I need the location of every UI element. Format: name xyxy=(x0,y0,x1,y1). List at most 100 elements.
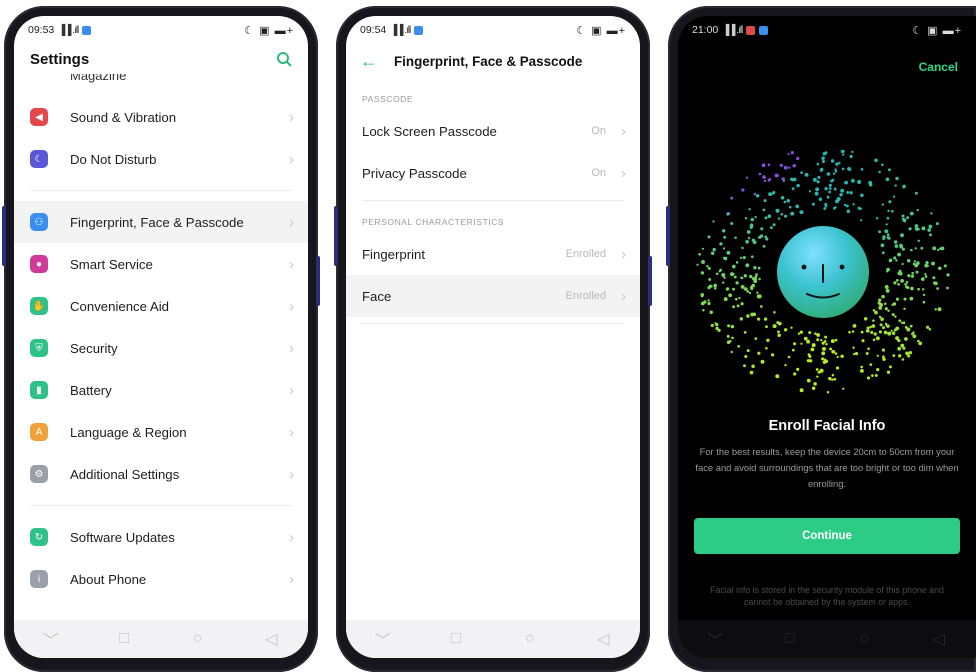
scan-dot xyxy=(756,291,759,294)
scan-dot xyxy=(823,358,827,362)
scan-dot xyxy=(927,228,931,232)
search-icon[interactable] xyxy=(276,51,292,67)
scan-dot xyxy=(865,328,870,333)
scan-dot xyxy=(816,333,820,337)
chevron-right-icon: › xyxy=(289,213,294,231)
settings-item[interactable]: i About Phone › xyxy=(14,558,308,600)
scan-dot xyxy=(707,267,711,270)
collapse-icon[interactable]: ﹀ xyxy=(371,627,395,651)
settings-item[interactable]: ✋ Convenience Aid › xyxy=(14,285,308,327)
scan-dot xyxy=(727,324,731,328)
scan-dot xyxy=(930,212,933,215)
passcode-list: PASSCODE Lock Screen Passcode On › Privacy P… xyxy=(346,78,640,324)
scan-dot xyxy=(743,274,747,278)
scan-dot xyxy=(719,242,723,246)
scan-dot xyxy=(909,296,914,301)
scan-dot xyxy=(828,183,832,187)
scan-dot xyxy=(743,331,747,334)
settings-item[interactable]: ● Smart Service › xyxy=(14,243,308,285)
home-icon[interactable]: ○ xyxy=(518,630,542,648)
scan-dot xyxy=(846,191,850,194)
scan-dot xyxy=(840,354,844,359)
scan-dot xyxy=(822,346,826,351)
scan-dot xyxy=(698,252,701,256)
scan-dot xyxy=(828,190,831,194)
recents-icon[interactable]: □ xyxy=(112,630,136,648)
settings-item[interactable]: ⚙ Additional Settings › xyxy=(14,453,308,495)
status-value: On xyxy=(591,167,606,179)
home-icon[interactable]: ○ xyxy=(852,630,876,648)
scan-dot xyxy=(746,314,750,318)
scan-dot xyxy=(787,152,790,156)
scan-dot xyxy=(707,299,710,302)
scan-dot xyxy=(828,376,832,381)
scan-dot xyxy=(725,287,730,291)
settings-item[interactable]: ↻ Software Updates › xyxy=(14,516,308,558)
back-icon[interactable]: ◁ xyxy=(591,629,615,649)
settings-item[interactable]: ☾ Do Not Disturb › xyxy=(14,138,308,180)
scan-dot xyxy=(830,179,834,183)
scan-dot xyxy=(763,317,768,321)
scan-dot xyxy=(886,324,890,328)
scan-dot xyxy=(852,324,857,328)
back-icon[interactable]: ◁ xyxy=(259,629,283,649)
settings-item[interactable]: ◀ Sound & Vibration › xyxy=(14,96,308,138)
scan-dot xyxy=(784,214,788,218)
scan-dot xyxy=(885,177,890,182)
collapse-icon[interactable]: ﹀ xyxy=(703,627,727,651)
scan-dot xyxy=(866,376,871,380)
scan-dot xyxy=(902,346,906,350)
passcode-item[interactable]: Lock Screen Passcode On › xyxy=(346,110,640,152)
list-item-magazine[interactable]: Magazine xyxy=(14,74,308,96)
scan-dot xyxy=(728,293,732,298)
scan-dot xyxy=(822,152,827,156)
scan-dot xyxy=(852,346,855,349)
scan-dot xyxy=(796,183,800,188)
scan-dot xyxy=(888,200,892,204)
scan-dot xyxy=(772,324,777,329)
passcode-item[interactable]: Privacy Passcode On › xyxy=(346,152,640,194)
scan-dot xyxy=(884,285,889,289)
scan-dot xyxy=(881,251,885,255)
chevron-right-icon: › xyxy=(621,245,626,263)
scan-dot xyxy=(808,359,813,363)
scan-dot xyxy=(791,187,795,191)
settings-item[interactable]: ▮ Battery › xyxy=(14,369,308,411)
settings-item[interactable]: A Language & Region › xyxy=(14,411,308,453)
scan-dot xyxy=(787,355,791,359)
continue-button[interactable]: Continue xyxy=(694,518,960,554)
scan-dot xyxy=(849,154,853,159)
scan-dot xyxy=(731,264,736,269)
passcode-item[interactable]: Fingerprint Enrolled › xyxy=(346,233,640,275)
scan-dot xyxy=(840,188,845,193)
scan-dot xyxy=(816,162,820,166)
scan-dot xyxy=(905,280,909,284)
back-icon[interactable]: ◁ xyxy=(927,629,951,649)
scan-dot xyxy=(898,354,902,358)
page-title: Fingerprint, Face & Passcode xyxy=(394,53,583,69)
scan-dot xyxy=(913,260,916,263)
recents-icon[interactable]: □ xyxy=(444,630,468,648)
scan-dot xyxy=(790,326,793,329)
collapse-icon[interactable]: ﹀ xyxy=(39,627,63,651)
settings-item[interactable]: ⛨ Security › xyxy=(14,327,308,369)
scan-dot xyxy=(917,239,920,243)
scan-dot xyxy=(803,336,808,341)
scan-dot xyxy=(808,190,812,193)
back-arrow-icon[interactable]: ← xyxy=(360,51,378,72)
scan-dot xyxy=(928,224,933,229)
settings-item[interactable]: ⚇ Fingerprint, Face & Passcode › xyxy=(14,201,308,243)
scan-dot xyxy=(742,256,746,260)
scan-dot xyxy=(715,326,719,331)
cancel-button[interactable]: Cancel xyxy=(919,60,958,74)
passcode-item[interactable]: Face Enrolled › xyxy=(346,275,640,317)
recents-icon[interactable]: □ xyxy=(778,630,802,648)
scan-dot xyxy=(852,352,856,356)
scan-dot xyxy=(747,236,751,240)
scan-dot xyxy=(830,159,835,163)
home-icon[interactable]: ○ xyxy=(186,630,210,648)
scan-dot xyxy=(909,211,914,216)
scan-dot xyxy=(783,165,788,170)
scan-dot xyxy=(886,267,890,272)
settings-item-label: Language & Region xyxy=(70,424,187,440)
